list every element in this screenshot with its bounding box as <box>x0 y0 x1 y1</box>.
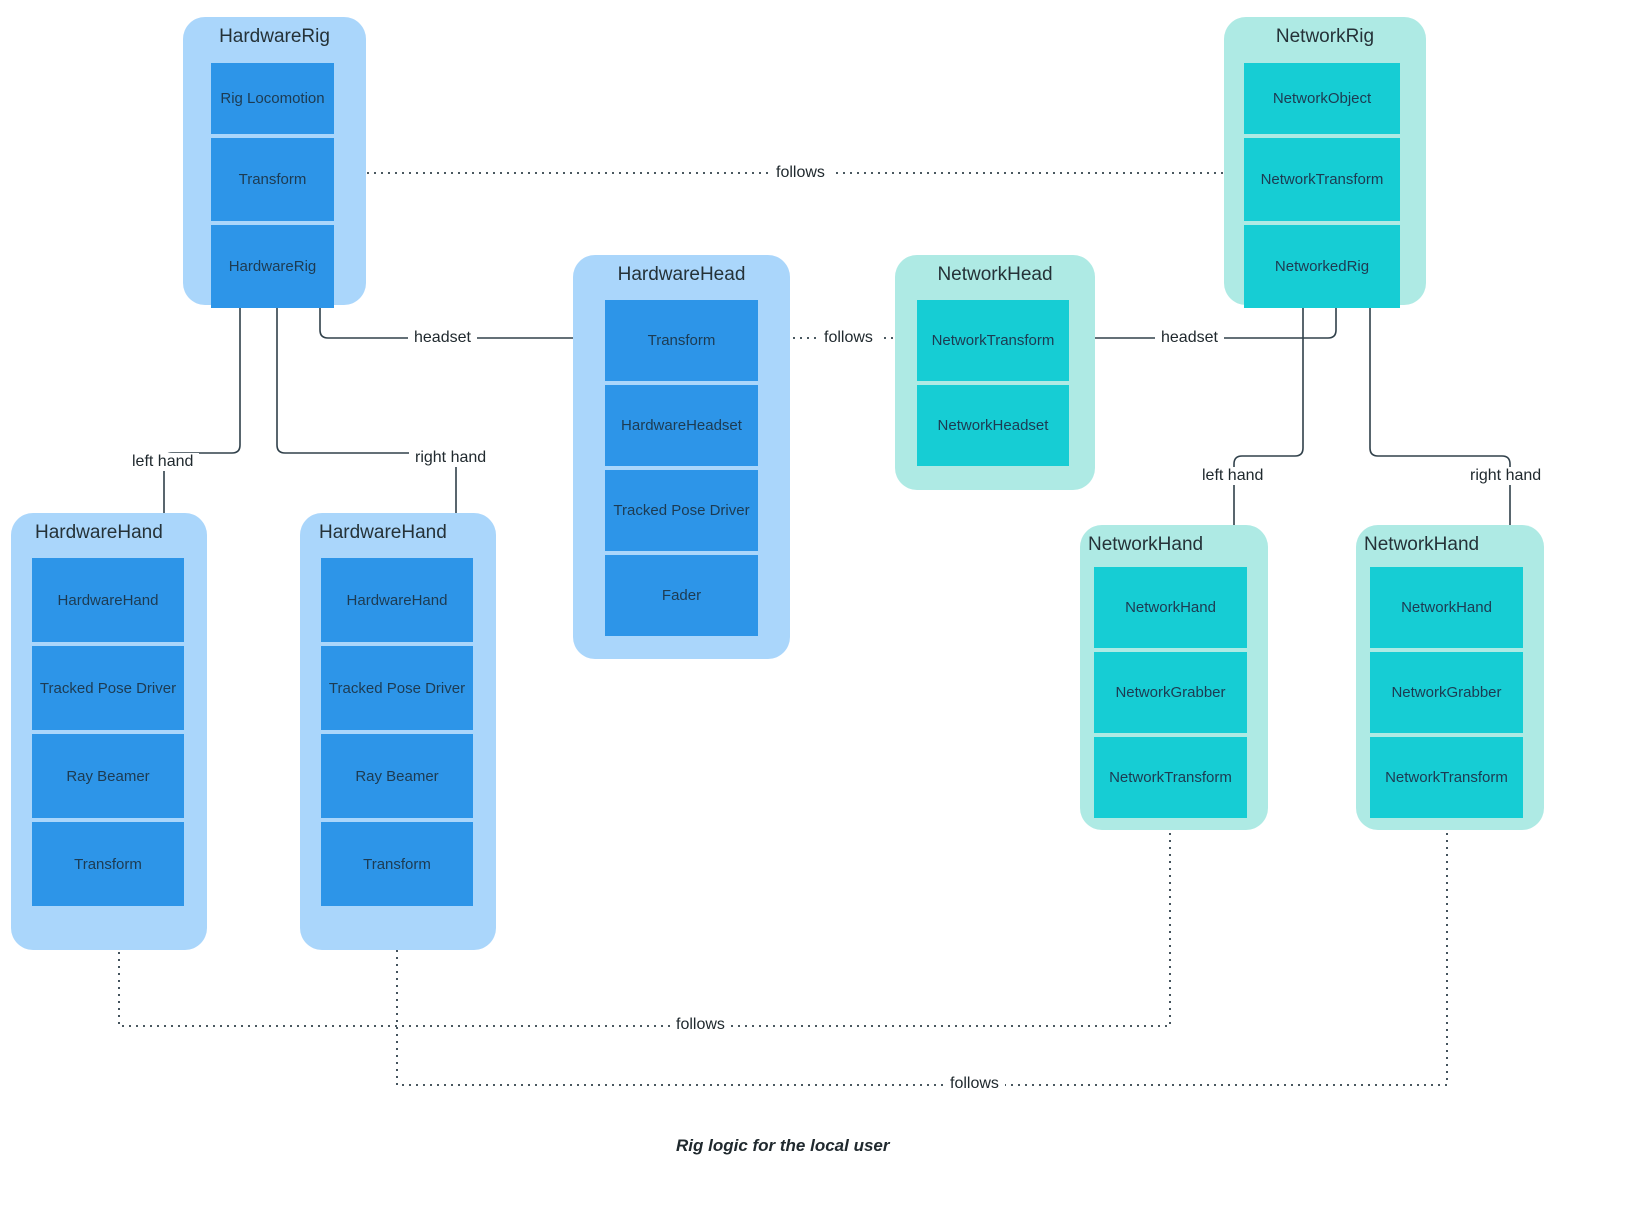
component-networked-rig[interactable]: NetworkedRig <box>1244 225 1400 308</box>
component-ray-beamer[interactable]: Ray Beamer <box>32 734 184 818</box>
component-tracked-pose-driver[interactable]: Tracked Pose Driver <box>605 470 758 551</box>
group-network-hand-left[interactable]: NetworkHand NetworkHand NetworkGrabber N… <box>1080 525 1268 830</box>
edge-label-right-hand-net: right hand <box>1464 467 1548 485</box>
edge-label-left-hand-net: left hand <box>1196 467 1270 485</box>
group-network-hand-left-title: NetworkHand <box>1088 534 1204 555</box>
component-network-transform[interactable]: NetworkTransform <box>1094 737 1247 818</box>
component-transform[interactable]: Transform <box>211 138 334 221</box>
component-hardware-hand[interactable]: HardwareHand <box>321 558 473 642</box>
component-network-hand[interactable]: NetworkHand <box>1370 567 1523 648</box>
group-network-hand-right-items: NetworkHand NetworkGrabber NetworkTransf… <box>1370 567 1523 822</box>
group-network-head[interactable]: NetworkHead NetworkTransform NetworkHead… <box>895 255 1095 490</box>
group-network-hand-right-title: NetworkHand <box>1364 534 1480 555</box>
edge-label-right-hand-hw: right hand <box>409 449 493 467</box>
component-network-grabber[interactable]: NetworkGrabber <box>1370 652 1523 733</box>
group-hardware-head[interactable]: HardwareHead Transform HardwareHeadset T… <box>573 255 790 659</box>
edge-label-follows-right-hand: follows <box>944 1075 1005 1093</box>
wire-right-hand-net <box>1369 295 1515 554</box>
component-network-transform[interactable]: NetworkTransform <box>1370 737 1523 818</box>
component-network-headset[interactable]: NetworkHeadset <box>917 385 1069 466</box>
diagram-caption: Rig logic for the local user <box>676 1136 890 1155</box>
wire-left-hand-hw <box>159 295 241 542</box>
group-hardware-rig-items: Rig Locomotion Transform HardwareRig <box>211 63 334 312</box>
group-hardware-rig[interactable]: HardwareRig Rig Locomotion Transform Har… <box>183 17 366 308</box>
component-network-grabber[interactable]: NetworkGrabber <box>1094 652 1247 733</box>
group-network-rig-items: NetworkObject NetworkTransform Networked… <box>1244 63 1400 312</box>
group-network-hand-left-items: NetworkHand NetworkGrabber NetworkTransf… <box>1094 567 1247 822</box>
group-hardware-rig-title: HardwareRig <box>219 26 330 47</box>
group-network-head-items: NetworkTransform NetworkHeadset <box>917 300 1069 470</box>
diagram-canvas: follows headset follows headset left han… <box>0 0 1652 1232</box>
wire-follows-left-hand <box>114 805 1171 1027</box>
component-network-transform[interactable]: NetworkTransform <box>1244 138 1400 221</box>
wire-left-hand-net <box>1229 295 1304 554</box>
edge-label-follows-rig: follows <box>770 164 831 182</box>
group-hardware-hand-right-title: HardwareHand <box>319 522 447 543</box>
edge-label-follows-left-hand: follows <box>670 1016 731 1034</box>
group-hardware-hand-left-title: HardwareHand <box>35 522 163 543</box>
group-hardware-head-title: HardwareHead <box>617 264 746 285</box>
group-hardware-hand-right[interactable]: HardwareHand HardwareHand Tracked Pose D… <box>300 513 496 950</box>
edge-label-headset-net: headset <box>1155 329 1224 347</box>
group-hardware-hand-right-items: HardwareHand Tracked Pose Driver Ray Bea… <box>321 558 473 910</box>
component-tracked-pose-driver[interactable]: Tracked Pose Driver <box>321 646 473 730</box>
group-network-rig-title: NetworkRig <box>1275 26 1375 47</box>
group-hardware-hand-left-items: HardwareHand Tracked Pose Driver Ray Bea… <box>32 558 184 910</box>
component-hardware-rig[interactable]: HardwareRig <box>211 225 334 308</box>
group-hardware-hand-left[interactable]: HardwareHand HardwareHand Tracked Pose D… <box>11 513 207 950</box>
component-ray-beamer[interactable]: Ray Beamer <box>321 734 473 818</box>
group-network-head-title: NetworkHead <box>937 264 1053 285</box>
component-hardware-headset[interactable]: HardwareHeadset <box>605 385 758 466</box>
edge-label-headset-hw: headset <box>408 329 477 347</box>
component-transform[interactable]: Transform <box>605 300 758 381</box>
wire-follows-right-hand <box>392 805 1448 1086</box>
group-network-hand-right[interactable]: NetworkHand NetworkHand NetworkGrabber N… <box>1356 525 1544 830</box>
component-transform[interactable]: Transform <box>32 822 184 906</box>
component-transform[interactable]: Transform <box>321 822 473 906</box>
edge-label-follows-head: follows <box>818 329 879 347</box>
component-hardware-hand[interactable]: HardwareHand <box>32 558 184 642</box>
group-hardware-head-items: Transform HardwareHeadset Tracked Pose D… <box>605 300 758 640</box>
component-tracked-pose-driver[interactable]: Tracked Pose Driver <box>32 646 184 730</box>
component-rig-locomotion[interactable]: Rig Locomotion <box>211 63 334 134</box>
edge-label-left-hand-hw: left hand <box>126 453 200 471</box>
component-fader[interactable]: Fader <box>605 555 758 636</box>
component-network-hand[interactable]: NetworkHand <box>1094 567 1247 648</box>
component-network-transform[interactable]: NetworkTransform <box>917 300 1069 381</box>
component-network-object[interactable]: NetworkObject <box>1244 63 1400 134</box>
group-network-rig[interactable]: NetworkRig NetworkObject NetworkTransfor… <box>1224 17 1426 308</box>
